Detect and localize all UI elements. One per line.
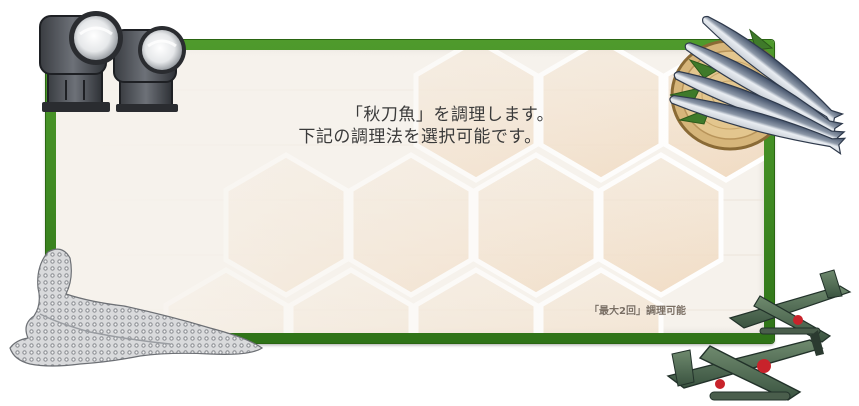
seaplane-icon — [666, 269, 852, 401]
saury-basket-icon — [669, 15, 847, 155]
cooking-dialog-screen: 「秋刀魚」を調理します。 下記の調理法を選択可能です。 「最大2回」調理可能 — [0, 0, 859, 406]
fishing-net-icon — [9, 248, 264, 367]
searchlight-icon — [39, 11, 186, 112]
